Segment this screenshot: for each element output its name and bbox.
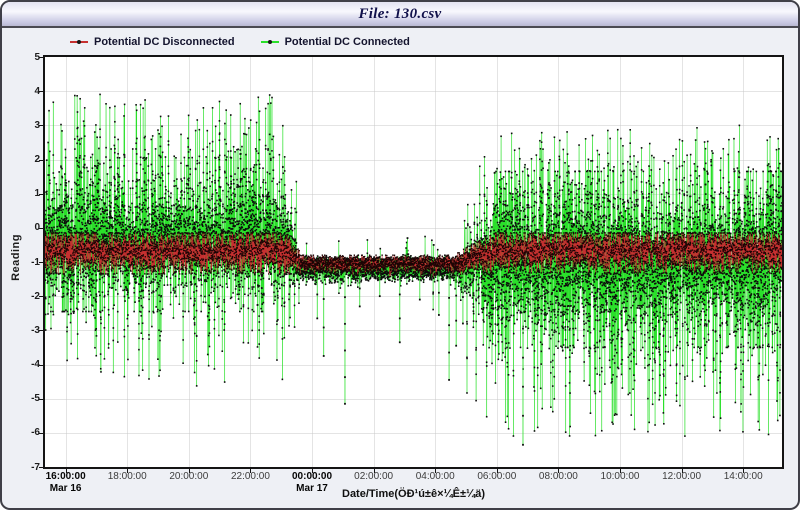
- y-tick-label: 0: [14, 222, 40, 233]
- legend-dot-icon: [77, 40, 81, 44]
- x-tick-label: 02:00:00: [354, 471, 393, 482]
- x-tick-label: 00:00:00: [292, 471, 332, 482]
- y-tick-label: -4: [14, 359, 40, 370]
- y-tick-mark: [39, 160, 43, 161]
- x-tick-label: 12:00:00: [662, 471, 701, 482]
- x-tick-label: 18:00:00: [108, 471, 147, 482]
- x-tick-label: 22:00:00: [231, 471, 270, 482]
- y-tick-label: -2: [14, 291, 40, 302]
- y-tick-label: -3: [14, 325, 40, 336]
- legend-item-disconnected[interactable]: Potential DC Disconnected: [70, 36, 235, 48]
- y-tick-label: -6: [14, 427, 40, 438]
- legend: Potential DC Disconnected Potential DC Co…: [70, 36, 410, 48]
- y-tick-label: 2: [14, 154, 40, 165]
- x-axis-title: Date/Time(ÖÐ¹ú±ê×¼Ê±¼ä): [45, 488, 782, 500]
- legend-label: Potential DC Disconnected: [94, 36, 235, 48]
- y-tick-mark: [39, 365, 43, 366]
- y-tick-mark: [39, 330, 43, 331]
- x-tick-label: 06:00:00: [477, 471, 516, 482]
- y-tick-mark: [39, 467, 43, 468]
- x-tick-label: 20:00:00: [169, 471, 208, 482]
- x-tick-label: 08:00:00: [539, 471, 578, 482]
- y-tick-mark: [39, 262, 43, 263]
- title-bar: File: 130.csv: [2, 2, 798, 28]
- y-tick-label: 4: [14, 86, 40, 97]
- y-tick-label: -5: [14, 393, 40, 404]
- legend-marker-connected-icon: [261, 41, 279, 43]
- y-tick-mark: [39, 194, 43, 195]
- legend-dot-icon: [268, 40, 272, 44]
- chart-window: File: 130.csv Potential DC DisconnectedP…: [0, 0, 800, 510]
- y-tick-label: 1: [14, 188, 40, 199]
- y-tick-mark: [39, 399, 43, 400]
- chart-canvas[interactable]: [45, 57, 782, 467]
- y-tick-mark: [39, 296, 43, 297]
- y-tick-mark: [39, 228, 43, 229]
- y-tick-label: -7: [14, 462, 40, 473]
- y-tick-mark: [39, 125, 43, 126]
- plot-area: [43, 55, 784, 469]
- x-tick-label: 14:00:00: [724, 471, 763, 482]
- y-tick-mark: [39, 91, 43, 92]
- y-tick-label: 5: [14, 52, 40, 63]
- window-title: File: 130.csv: [358, 6, 441, 23]
- legend-label: Potential DC Connected: [285, 36, 410, 48]
- y-tick-label: -1: [14, 257, 40, 268]
- x-tick-label: 10:00:00: [601, 471, 640, 482]
- x-tick-label: 16:00:00: [46, 471, 86, 482]
- legend-marker-disconnected-icon: [70, 41, 88, 43]
- y-tick-label: 3: [14, 120, 40, 131]
- legend-item-connected[interactable]: Potential DC Connected: [261, 36, 410, 48]
- y-tick-mark: [39, 57, 43, 58]
- y-tick-mark: [39, 433, 43, 434]
- x-tick-label: 04:00:00: [416, 471, 455, 482]
